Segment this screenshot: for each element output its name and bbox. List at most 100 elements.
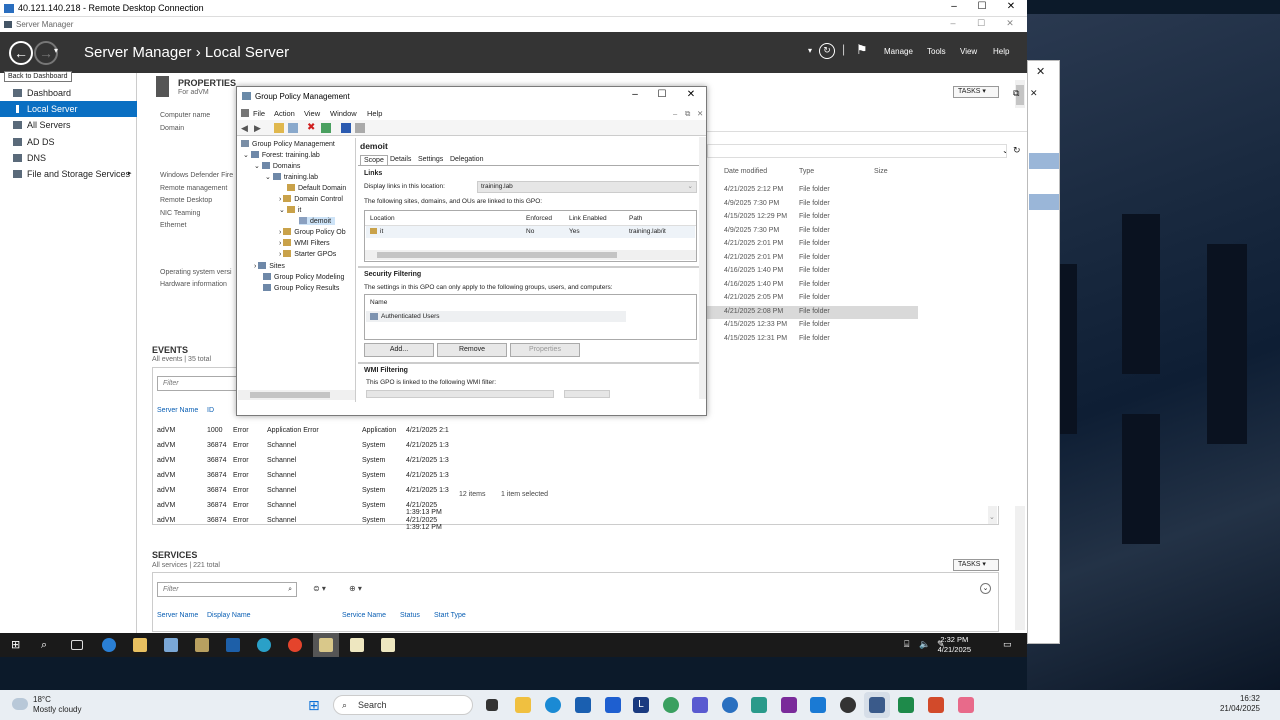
rdp-taskbar-icon[interactable] <box>869 697 885 713</box>
refresh-icon[interactable] <box>321 123 331 133</box>
refresh-icon[interactable]: ↻ <box>819 43 835 59</box>
list-item[interactable]: 4/21/2025 2:01 PM File folder <box>707 252 918 265</box>
gpmc-taskbar-icon[interactable] <box>319 638 333 652</box>
tree-node-selected[interactable]: demoit <box>299 217 336 225</box>
volume-icon[interactable]: 🔈 <box>919 639 930 650</box>
notepad-icon[interactable] <box>350 638 364 652</box>
search-icon[interactable]: ⌕ <box>288 583 292 596</box>
copilot-icon[interactable] <box>722 697 738 713</box>
tree-node[interactable]: Group Policy Results <box>263 284 339 292</box>
tree-node[interactable]: ⌄ Forest: training.lab <box>243 151 320 159</box>
host-clock[interactable]: 16:32 21/04/2025 <box>1220 694 1260 714</box>
links-col-location[interactable]: Location <box>370 215 395 222</box>
location-dropdown[interactable]: training.lab ⌄ <box>477 181 697 193</box>
vscode-icon[interactable] <box>810 697 826 713</box>
sidebar-item-all-servers[interactable]: All Servers <box>0 117 137 133</box>
chrome-icon[interactable] <box>663 697 679 713</box>
back-arrow-icon[interactable]: ← <box>9 41 33 65</box>
maximize-button[interactable]: ☐ <box>968 1 996 15</box>
teams-icon[interactable] <box>692 697 708 713</box>
tree-node[interactable]: › Starter GPOs <box>279 250 336 258</box>
help-menu[interactable]: Help <box>993 47 1009 56</box>
sidebar-item-dns[interactable]: DNS <box>0 150 137 166</box>
ie-icon[interactable] <box>102 638 116 652</box>
back-icon[interactable]: ◀ <box>241 123 251 133</box>
properties-button[interactable]: Properties <box>510 343 580 357</box>
tab-details[interactable]: Details <box>387 155 414 164</box>
gpmc-minimize-button[interactable]: – <box>621 89 649 100</box>
taskbar-search[interactable]: ⌕ Search <box>333 695 473 715</box>
sidebar-item-local-server[interactable]: Local Server <box>0 101 137 117</box>
table-row[interactable]: adVM 36874 Error Schannel System 4/21/2025 1:… <box>153 502 451 516</box>
snipping-tool-icon[interactable] <box>958 697 974 713</box>
explorer-close-icon[interactable]: ✕ <box>1030 88 1038 99</box>
scroll-down-icon[interactable]: ⌄ <box>989 513 995 521</box>
list-item[interactable]: 4/9/2025 7:30 PM File folder <box>707 225 918 238</box>
tree-node[interactable]: › Domain Control <box>279 195 343 203</box>
close-icon[interactable]: ✕ <box>1036 65 1045 78</box>
table-row[interactable]: adVM 36874 Error Schannel System 4/21/2025 1:… <box>153 472 451 484</box>
events-filter-input[interactable]: Filter <box>157 376 237 391</box>
edge-icon[interactable] <box>545 697 561 713</box>
col-server-name[interactable]: Server Name <box>157 407 198 414</box>
remove-button[interactable]: Remove <box>437 343 507 357</box>
table-row[interactable]: adVM 36874 Error Schannel System 4/21/2025 1:… <box>153 517 451 531</box>
powershell-icon[interactable] <box>226 638 240 652</box>
tree-node[interactable]: › WMI Filters <box>279 239 330 247</box>
chrome-icon[interactable] <box>288 638 302 652</box>
flag-icon[interactable]: ⚑ <box>856 42 868 58</box>
tree-node[interactable]: ⌄ training.lab <box>265 173 318 181</box>
powerpoint-icon[interactable] <box>928 697 944 713</box>
col-id[interactable]: ID <box>207 407 214 414</box>
tree-node[interactable]: ⌄ Domains <box>254 162 300 170</box>
minimize-button[interactable]: – <box>940 1 968 15</box>
list-item[interactable]: 4/15/2025 12:31 PM File folder <box>707 333 918 346</box>
history-dropdown-icon[interactable]: ▾ <box>54 46 58 55</box>
ex-col-type[interactable]: Type <box>799 168 814 175</box>
list-options-icon[interactable]: ⊜ ▾ <box>313 584 326 593</box>
links-col-path[interactable]: Path <box>629 215 642 222</box>
gpmc-maximize-button[interactable]: ☐ <box>648 89 676 100</box>
child-minimize-icon[interactable]: – <box>673 109 677 118</box>
list-item[interactable]: 4/21/2025 2:01 PM File folder <box>707 238 918 251</box>
refresh-icon[interactable]: ↻ <box>1013 145 1021 156</box>
windows-start-icon[interactable]: ⊞ <box>11 638 25 652</box>
excel-icon[interactable] <box>898 697 914 713</box>
admin-tools-icon[interactable] <box>195 638 209 652</box>
table-row[interactable]: adVM 36874 Error Schannel System 4/21/2025 1:… <box>153 487 451 499</box>
tree-node[interactable]: › Group Policy Ob <box>279 228 346 236</box>
svc-col-service-name[interactable]: Service Name <box>342 612 386 619</box>
list-item[interactable]: 4/21/2025 2:12 PM File folder <box>707 184 918 197</box>
view-menu[interactable]: View <box>960 47 977 56</box>
wmi-filter-dropdown[interactable] <box>366 390 554 398</box>
calculator-icon[interactable] <box>751 697 767 713</box>
tree-node[interactable]: Group Policy Management <box>241 140 335 148</box>
search-icon[interactable]: ⌕ <box>41 638 55 652</box>
links-row[interactable]: it No Yes training.lab/it <box>366 226 695 238</box>
server-manager-icon[interactable] <box>164 638 178 652</box>
gpmc-close-button[interactable]: ✕ <box>677 89 705 100</box>
folder-up-icon[interactable] <box>274 123 284 133</box>
menu-file[interactable]: File <box>253 109 265 118</box>
child-close-icon[interactable]: ✕ <box>697 109 703 118</box>
tree-node[interactable]: › Sites <box>254 262 285 270</box>
menu-window[interactable]: Window <box>330 109 357 118</box>
dropdown-icon[interactable]: ▾ <box>808 46 812 55</box>
ex-col-date[interactable]: Date modified <box>724 168 767 175</box>
windows-start-icon[interactable]: ⊞ <box>308 697 324 713</box>
svc-col-server-name[interactable]: Server Name <box>157 612 198 619</box>
list-item[interactable]: 4/16/2025 1:40 PM File folder <box>707 265 918 278</box>
links-col-link-enabled[interactable]: Link Enabled <box>569 215 607 222</box>
manage-menu[interactable]: Manage <box>884 47 913 56</box>
sm-maximize-button[interactable]: ☐ <box>968 18 994 29</box>
links-col-enforced[interactable]: Enforced <box>526 215 552 222</box>
explorer-search-box[interactable] <box>707 144 1007 158</box>
explorer-restore-icon[interactable]: ⧉ <box>1013 88 1019 99</box>
menu-action[interactable]: Action <box>274 109 295 118</box>
add-button[interactable]: Add... <box>364 343 434 357</box>
onenote-icon[interactable] <box>781 697 797 713</box>
wmi-open-button[interactable] <box>564 390 610 398</box>
list-item[interactable]: 4/15/2025 12:33 PM File folder <box>707 319 918 332</box>
system-menu-icon[interactable] <box>241 109 249 117</box>
svc-col-display-name[interactable]: Display Name <box>207 612 251 619</box>
